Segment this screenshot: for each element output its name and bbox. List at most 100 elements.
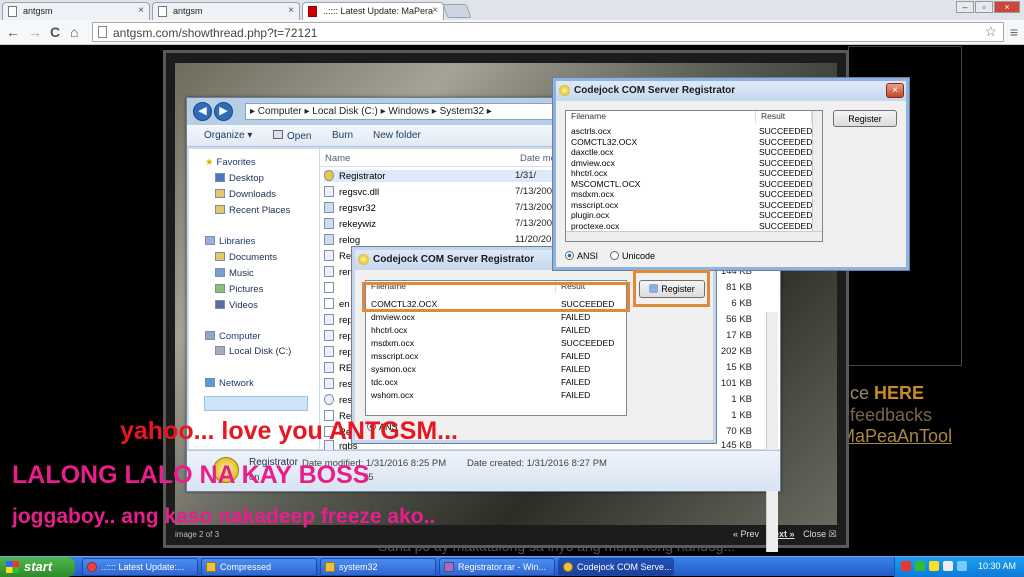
- list-item[interactable]: plugin.ocx: [571, 210, 609, 220]
- taskbar-item-codejock[interactable]: Codejock COM Serve...: [558, 558, 674, 576]
- column-filename[interactable]: Filename: [366, 281, 556, 293]
- list-item[interactable]: hhctrl.ocx: [571, 168, 607, 178]
- taskbar-item-winrar[interactable]: Registrator.rar - Win...: [439, 558, 555, 576]
- file-row[interactable]: rep: [324, 314, 353, 326]
- list-item[interactable]: tdc.ocx: [371, 377, 398, 387]
- list-item[interactable]: COMCTL32.OCX: [371, 299, 437, 309]
- nav-recent-places[interactable]: Recent Places: [215, 205, 290, 216]
- file-row[interactable]: ren: [324, 266, 353, 278]
- unicode-radio[interactable]: Unicode: [610, 251, 655, 261]
- nav-libraries[interactable]: Libraries: [205, 236, 255, 247]
- taskbar-item-system32[interactable]: system32: [320, 558, 436, 576]
- list-item[interactable]: proctexe.ocx: [571, 221, 619, 231]
- tab-antgsm-2[interactable]: antgsm ×: [152, 2, 300, 20]
- file-row[interactable]: rekeywiz: [324, 218, 376, 230]
- open-button[interactable]: Open: [273, 130, 311, 142]
- list-item[interactable]: MSCOMCTL.OCX: [571, 179, 640, 189]
- list-item[interactable]: asctrls.ocx: [571, 126, 611, 136]
- file-row[interactable]: regsvr32: [324, 202, 376, 214]
- list-item[interactable]: msdxm.ocx: [571, 189, 614, 199]
- list-item[interactable]: sysmon.ocx: [371, 364, 416, 374]
- tray-icon[interactable]: [929, 561, 939, 571]
- register-button[interactable]: Register: [833, 110, 897, 127]
- file-row[interactable]: res: [324, 394, 352, 406]
- tray-icon[interactable]: [901, 561, 911, 571]
- reload-icon[interactable]: C: [50, 24, 60, 40]
- file-row[interactable]: res: [324, 378, 352, 390]
- file-row[interactable]: rep: [324, 346, 353, 358]
- close-window-button[interactable]: ×: [994, 1, 1020, 13]
- taskbar-item-compressed[interactable]: Compressed: [201, 558, 317, 576]
- taskbar-item-browser[interactable]: ..:::: Latest Update:...: [82, 558, 198, 576]
- nav-music[interactable]: Music: [215, 268, 254, 279]
- close-link[interactable]: Close ☒: [803, 529, 837, 539]
- mapeaantool-link[interactable]: MaPeaAnTool: [840, 426, 952, 447]
- nav-network[interactable]: Network: [205, 378, 254, 389]
- result-value: SUCCEEDED: [759, 189, 813, 199]
- file-row[interactable]: [324, 282, 339, 294]
- start-button[interactable]: start: [0, 557, 75, 577]
- list-item[interactable]: wshom.ocx: [371, 390, 414, 400]
- list-item[interactable]: msdxm.ocx: [371, 338, 414, 348]
- file-icon: [324, 378, 334, 389]
- tab-close-icon[interactable]: ×: [138, 5, 144, 16]
- new-tab-button[interactable]: [442, 4, 472, 18]
- prev-link[interactable]: « Prev: [733, 529, 759, 539]
- tab-latest-update[interactable]: ..:::: Latest Update: MaPera ×: [302, 2, 444, 20]
- nav-desktop[interactable]: Desktop: [215, 173, 264, 184]
- column-date[interactable]: Date mo: [520, 153, 556, 164]
- result-list[interactable]: Filename Result COMCTL32.OCX SUCCEEDED d…: [365, 280, 627, 416]
- list-item[interactable]: daxctle.ocx: [571, 147, 614, 157]
- tab-close-icon[interactable]: ×: [432, 5, 438, 16]
- menu-icon[interactable]: ≡: [1010, 24, 1018, 40]
- maximize-button[interactable]: ▫: [975, 1, 993, 13]
- nav-documents[interactable]: Documents: [215, 252, 277, 263]
- list-item[interactable]: dmview.ocx: [371, 312, 415, 322]
- list-vertical-scrollbar[interactable]: [812, 111, 822, 231]
- list-item[interactable]: dmview.ocx: [571, 158, 615, 168]
- list-item[interactable]: COMCTL32.OCX: [571, 137, 637, 147]
- organize-button[interactable]: Organize ▾: [204, 130, 252, 141]
- tab-close-icon[interactable]: ×: [288, 5, 294, 16]
- nav-pictures[interactable]: Pictures: [215, 284, 263, 295]
- list-horizontal-scrollbar[interactable]: [566, 231, 822, 241]
- list-item[interactable]: msscript.ocx: [571, 200, 618, 210]
- nav-local-disk[interactable]: Local Disk (C:): [215, 346, 291, 357]
- forward-arrow-icon[interactable]: →: [28, 24, 42, 40]
- home-icon[interactable]: ⌂: [70, 24, 78, 40]
- file-row[interactable]: en: [324, 298, 350, 310]
- file-row[interactable]: regsvc.dll: [324, 186, 379, 198]
- column-result[interactable]: Result: [556, 281, 626, 293]
- dialog-close-button[interactable]: ×: [886, 83, 904, 98]
- column-name[interactable]: Name: [325, 153, 350, 164]
- network-tray-icon[interactable]: [957, 561, 967, 571]
- nav-videos[interactable]: Videos: [215, 300, 258, 311]
- list-item[interactable]: msscript.ocx: [371, 351, 418, 361]
- new-folder-button[interactable]: New folder: [373, 130, 421, 141]
- volume-icon[interactable]: [943, 561, 953, 571]
- explorer-back-icon[interactable]: ◀: [193, 102, 212, 121]
- address-bar[interactable]: antgsm.com/showthread.php?t=72121 ☆: [92, 22, 1004, 42]
- file-row[interactable]: rep: [324, 330, 353, 342]
- tab-antgsm-1[interactable]: antgsm ×: [2, 2, 150, 20]
- explorer-forward-icon[interactable]: ▶: [214, 102, 233, 121]
- column-filename[interactable]: Filename: [566, 111, 756, 123]
- here-link[interactable]: HERE: [874, 383, 924, 403]
- back-arrow-icon[interactable]: ←: [6, 24, 20, 40]
- burn-button[interactable]: Burn: [332, 130, 353, 141]
- register-button[interactable]: Register: [639, 280, 705, 298]
- tray-icon[interactable]: [915, 561, 925, 571]
- result-list[interactable]: Filename Result asctrls.ocx SUCCEEDED CO…: [565, 110, 823, 242]
- ansi-radio[interactable]: ANSI: [565, 251, 598, 261]
- nav-favorites[interactable]: ★ Favorites: [205, 157, 256, 168]
- file-row[interactable]: relog: [324, 234, 360, 246]
- list-item[interactable]: hhctrl.ocx: [371, 325, 407, 335]
- file-row[interactable]: Rel: [324, 250, 353, 262]
- column-result[interactable]: Result: [756, 111, 812, 123]
- file-name: en: [339, 299, 350, 310]
- minimize-button[interactable]: –: [956, 1, 974, 13]
- nav-computer[interactable]: Computer: [205, 331, 261, 342]
- nav-downloads[interactable]: Downloads: [215, 189, 276, 200]
- bookmark-star-icon[interactable]: ☆: [984, 23, 997, 40]
- file-list-scrollbar[interactable]: [766, 312, 778, 552]
